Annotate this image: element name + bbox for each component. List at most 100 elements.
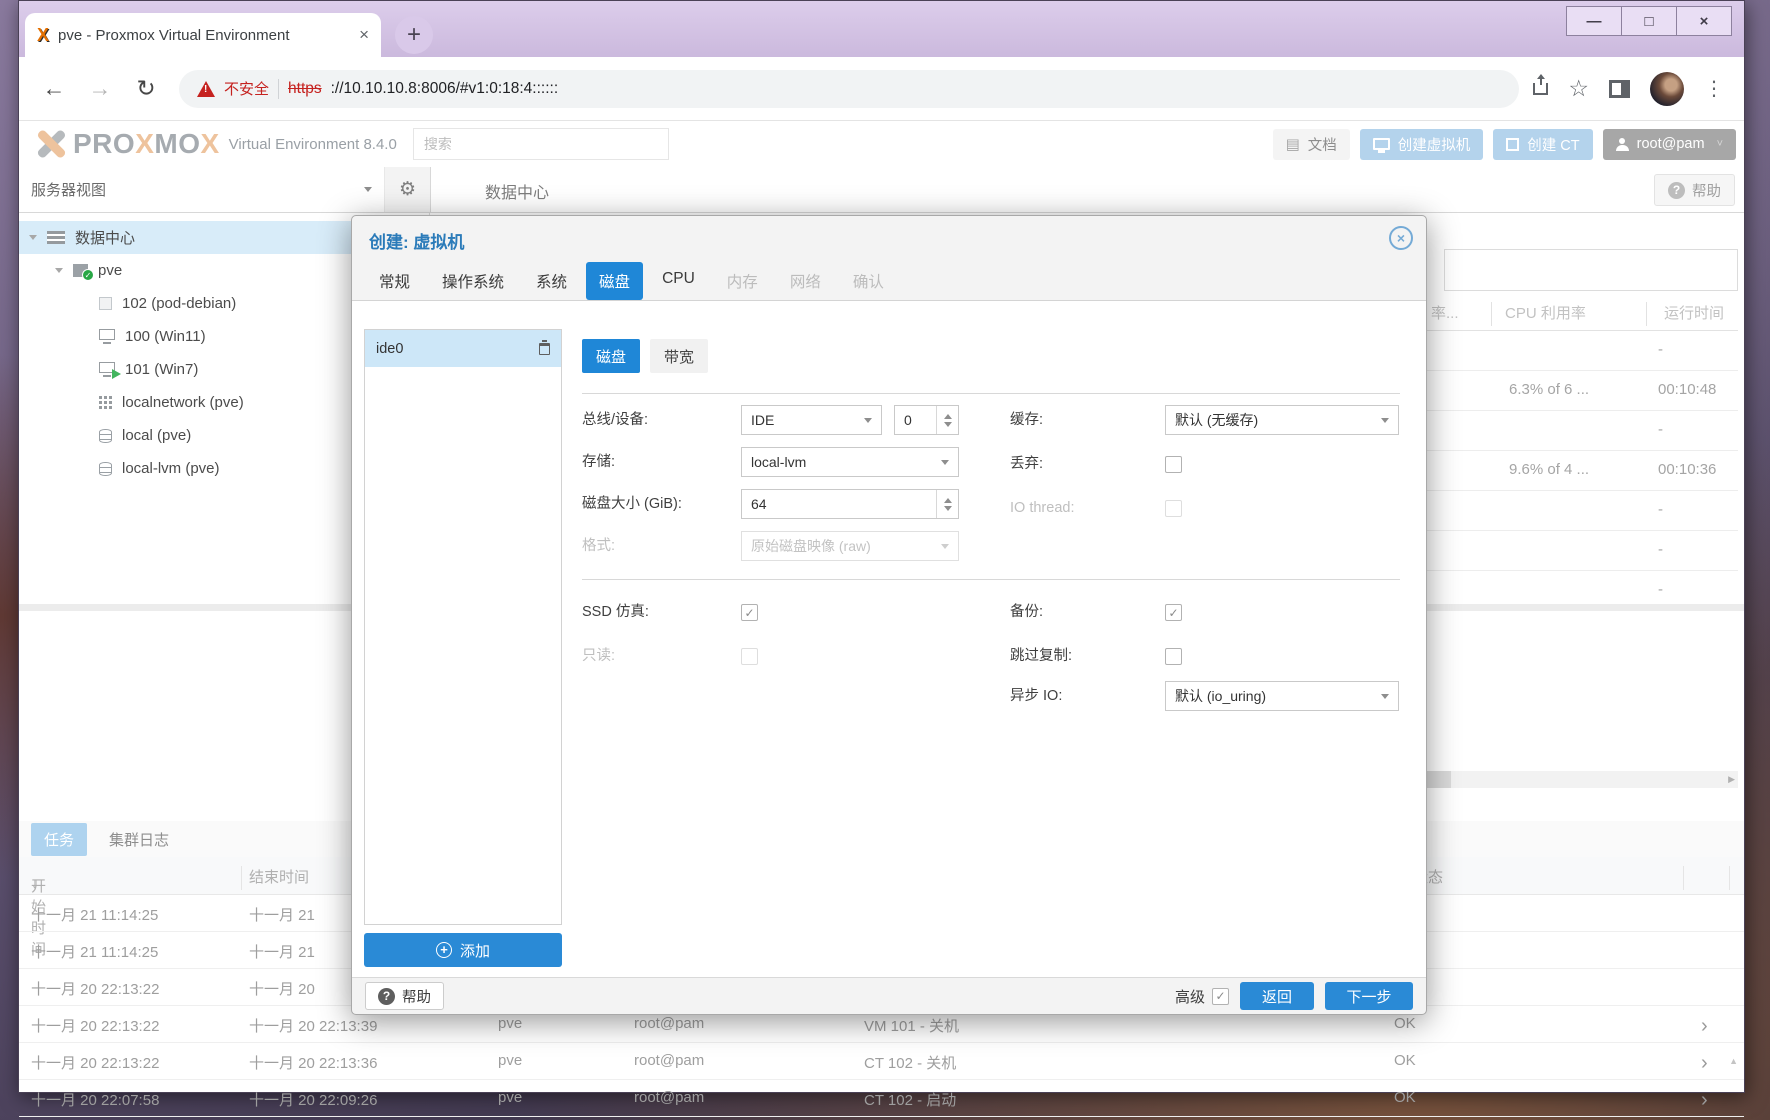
- subtab-bandwidth[interactable]: 带宽: [650, 339, 708, 373]
- create-vm-button[interactable]: 创建虚拟机: [1360, 129, 1484, 160]
- divider: [582, 579, 1400, 580]
- task-row[interactable]: 十一月 20 22:13:22十一月 20 22:13:36 pveroot@p…: [19, 1043, 1744, 1080]
- share-icon[interactable]: [1533, 83, 1548, 95]
- tab-tasks[interactable]: 任务: [31, 823, 87, 856]
- next-button[interactable]: 下一步: [1325, 982, 1413, 1010]
- cache-select[interactable]: 默认 (无缓存): [1165, 405, 1399, 435]
- proxmox-logo-text: PROXMOX: [73, 128, 220, 160]
- create-vm-dialog: 创建: 虚拟机 × 常规 操作系统 系统 磁盘 CPU 内存 网络 确认 ide…: [351, 215, 1427, 1015]
- user-icon: [1616, 138, 1629, 151]
- col-end-time[interactable]: 结束时间: [249, 866, 309, 887]
- backup-checkbox[interactable]: ✓: [1165, 604, 1182, 621]
- browser-window: X pve - Proxmox Virtual Environment × + …: [18, 0, 1745, 1093]
- vm-running-icon: [99, 362, 115, 373]
- row-chevron-icon[interactable]: ›: [1701, 1052, 1708, 1075]
- user-menu-button[interactable]: root@pam ˅: [1603, 129, 1736, 160]
- side-panel-icon[interactable]: [1609, 80, 1630, 98]
- dialog-close-icon[interactable]: ×: [1389, 226, 1413, 250]
- col-memory-partial[interactable]: 率...: [1431, 302, 1459, 323]
- new-tab-button[interactable]: +: [395, 16, 433, 54]
- disk-list-item-ide0[interactable]: ide0: [365, 330, 561, 367]
- tab-os[interactable]: 操作系统: [429, 262, 517, 300]
- chevron-down-icon: [1381, 418, 1389, 423]
- dialog-help-button[interactable]: ? 帮助: [365, 982, 444, 1010]
- profile-avatar[interactable]: [1650, 72, 1684, 106]
- version-label: Virtual Environment 8.4.0: [229, 136, 397, 153]
- monitor-icon: [1373, 138, 1390, 150]
- row-chevron-icon[interactable]: ›: [1701, 1089, 1708, 1112]
- dialog-title: 创建: 虚拟机: [369, 228, 464, 253]
- tab-title: pve - Proxmox Virtual Environment: [58, 27, 350, 44]
- col-uptime[interactable]: 运行时间: [1664, 302, 1724, 323]
- row-chevron-icon[interactable]: ›: [1701, 1015, 1708, 1038]
- address-bar[interactable]: ! 不安全 https ://10.10.10.8:8006/#v1:0:18:…: [179, 70, 1519, 108]
- reload-icon[interactable]: ↻: [123, 75, 169, 102]
- create-ct-button[interactable]: 创建 CT: [1493, 129, 1592, 160]
- spinner-icons[interactable]: [936, 490, 952, 518]
- col-cpu-usage[interactable]: CPU 利用率: [1505, 302, 1586, 323]
- ssd-emulation-label: SSD 仿真:: [582, 597, 649, 627]
- subtab-disk[interactable]: 磁盘: [582, 339, 640, 373]
- back-icon[interactable]: ←: [31, 75, 77, 102]
- scroll-right-icon[interactable]: ▶: [1728, 774, 1735, 785]
- bus-number-stepper[interactable]: 0: [894, 405, 959, 435]
- disk-list: ide0: [364, 329, 562, 925]
- documentation-button[interactable]: ▤ 文档: [1273, 129, 1350, 160]
- menu-dots-icon[interactable]: ⋮: [1704, 76, 1724, 101]
- task-row[interactable]: 十一月 20 22:07:58十一月 20 22:09:26 pveroot@p…: [19, 1080, 1744, 1117]
- bus-device-label: 总线/设备:: [582, 405, 648, 435]
- tab-close-icon[interactable]: ×: [359, 25, 369, 45]
- search-input[interactable]: [413, 128, 669, 160]
- not-secure-label[interactable]: 不安全: [224, 78, 269, 99]
- node-icon: ✓: [73, 264, 88, 277]
- filter-input[interactable]: [1444, 249, 1738, 291]
- readonly-label: 只读:: [582, 641, 615, 671]
- book-icon: ▤: [1286, 135, 1300, 153]
- browser-toolbar: ← → ↻ ! 不安全 https ://10.10.10.8:8006/#v1…: [19, 57, 1744, 121]
- maximize-button[interactable]: □: [1621, 6, 1677, 36]
- trash-icon[interactable]: [539, 343, 550, 355]
- storage-select[interactable]: local-lvm: [741, 447, 959, 477]
- ssd-emulation-checkbox[interactable]: ✓: [741, 604, 758, 621]
- chevron-down-icon: [941, 460, 949, 465]
- spinner-icons[interactable]: [936, 406, 952, 434]
- backup-label: 备份:: [1010, 597, 1043, 627]
- tab-system[interactable]: 系统: [523, 262, 580, 300]
- disk-size-stepper[interactable]: 64: [741, 489, 959, 519]
- minimize-button[interactable]: —: [1566, 6, 1622, 36]
- scroll-up-icon[interactable]: ▲: [1729, 1056, 1738, 1066]
- tab-confirm: 确认: [840, 262, 897, 300]
- advanced-checkbox[interactable]: ✓: [1212, 988, 1229, 1005]
- tab-cluster-log[interactable]: 集群日志: [109, 829, 169, 850]
- storage-icon: [99, 429, 112, 443]
- page-title: 数据中心: [485, 179, 549, 203]
- disk-size-label: 磁盘大小 (GiB):: [582, 489, 682, 519]
- bus-select[interactable]: IDE: [741, 405, 882, 435]
- skip-replication-checkbox[interactable]: [1165, 648, 1182, 665]
- bookmark-star-icon[interactable]: ☆: [1568, 75, 1589, 102]
- gear-icon[interactable]: ⚙: [385, 167, 431, 212]
- proxmox-favicon-icon: X: [37, 25, 49, 46]
- vm-icon: [99, 329, 115, 340]
- network-icon: [99, 396, 102, 399]
- forward-icon[interactable]: →: [77, 75, 123, 102]
- back-button[interactable]: 返回: [1240, 982, 1314, 1010]
- discard-checkbox[interactable]: [1165, 456, 1182, 473]
- dialog-body: ide0 + 添加 磁盘 带宽 总线/设备: IDE 0 存储:: [352, 300, 1426, 978]
- async-io-select[interactable]: 默认 (io_uring): [1165, 681, 1399, 711]
- dialog-footer: ? 帮助 高级 ✓ 返回 下一步: [352, 978, 1426, 1014]
- window-controls: — □ ×: [1567, 6, 1732, 36]
- tab-cpu[interactable]: CPU: [649, 262, 708, 300]
- close-window-button[interactable]: ×: [1676, 6, 1732, 36]
- container-icon: [99, 297, 112, 310]
- help-button-top[interactable]: ? 帮助: [1654, 174, 1735, 206]
- view-selector-dropdown[interactable]: 服务器视图: [19, 167, 385, 212]
- add-disk-button[interactable]: + 添加: [364, 933, 562, 967]
- cube-icon: [1506, 138, 1519, 151]
- sort-desc-icon: ↓: [31, 875, 39, 892]
- question-icon: ?: [378, 988, 395, 1005]
- browser-tab[interactable]: X pve - Proxmox Virtual Environment ×: [25, 13, 381, 57]
- toolbar-right-icons: ☆ ⋮: [1533, 72, 1724, 106]
- tab-disks[interactable]: 磁盘: [586, 262, 643, 300]
- tab-general[interactable]: 常规: [366, 262, 423, 300]
